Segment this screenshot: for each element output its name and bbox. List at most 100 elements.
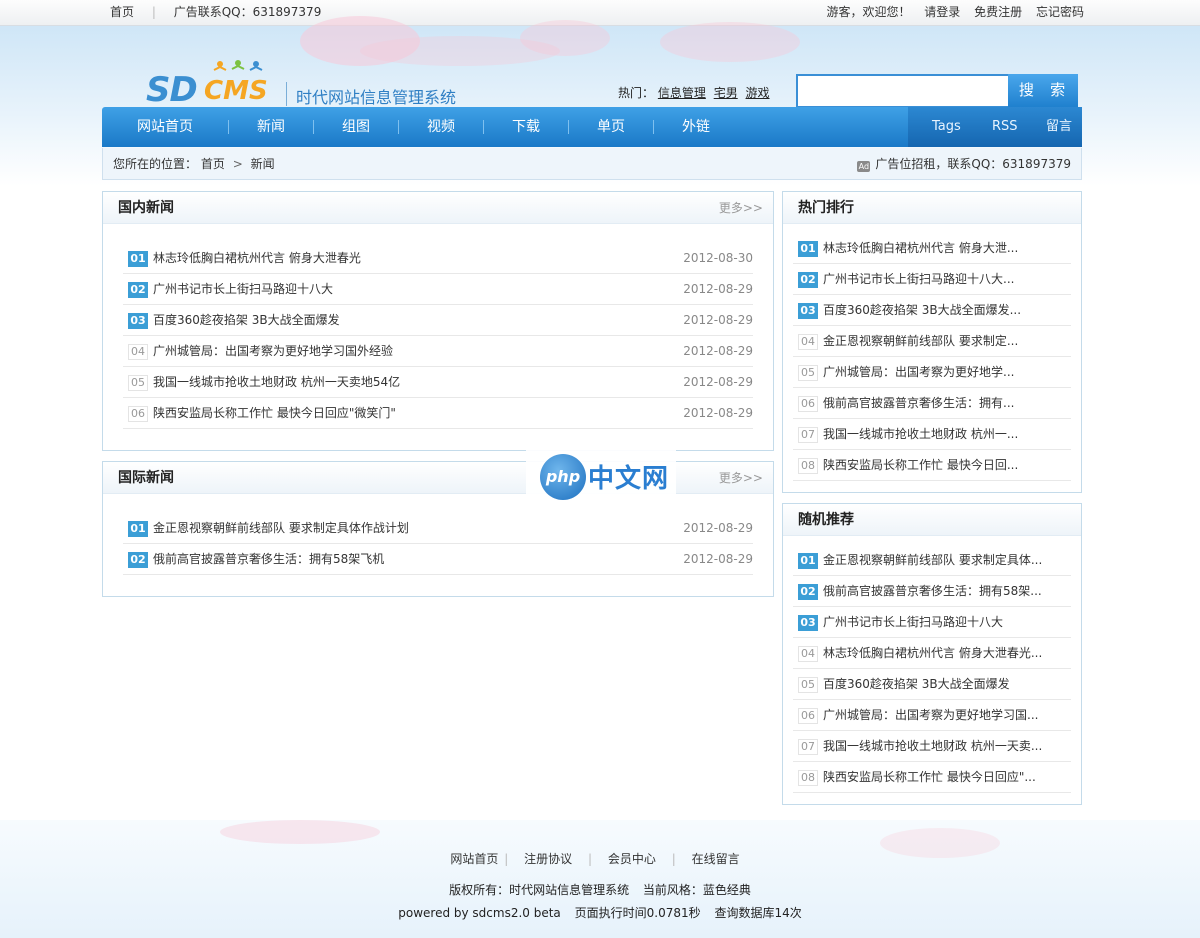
news-title-link[interactable]: 陕西安监局长称工作忙 最快今日回... (823, 450, 1018, 480)
nav-item-gallery[interactable]: 组图 (314, 107, 398, 147)
nav-item-news[interactable]: 新闻 (229, 107, 313, 147)
nav-item-download[interactable]: 下载 (484, 107, 568, 147)
news-title-link[interactable]: 金正恩视察朝鲜前线部队 要求制定具体... (823, 545, 1042, 575)
list-item[interactable]: 05 百度360趁夜掐架 3B大战全面爆发 (793, 669, 1071, 700)
news-title-link[interactable]: 林志玲低胸白裙杭州代言 俯身大泄春光... (823, 638, 1042, 668)
greeting-text: 游客，欢迎您！ (826, 5, 911, 19)
logo-sd-text: SD (146, 70, 198, 110)
news-title-link[interactable]: 广州书记市长上街扫马路迎十八大 (153, 282, 333, 296)
news-title-link[interactable]: 广州城管局：出国考察为更好地学习国外经验 (153, 344, 393, 358)
news-title-link[interactable]: 我国一线城市抢收土地财政 杭州一天卖... (823, 731, 1042, 761)
logo-divider (286, 82, 287, 106)
list-item[interactable]: 03 百度360趁夜掐架 3B大战全面爆发 2012-08-29 (123, 305, 753, 336)
breadcrumb-home-link[interactable]: 首页 (201, 157, 225, 171)
search-input[interactable] (796, 74, 1010, 108)
news-title-link[interactable]: 广州书记市长上街扫马路迎十八大 (823, 607, 1003, 637)
list-item[interactable]: 06 广州城管局：出国考察为更好地学习国... (793, 700, 1071, 731)
nav-item-links[interactable]: 外链 (654, 107, 738, 147)
breadcrumb-arrow-icon: > (232, 157, 243, 171)
list-item[interactable]: 03 广州书记市长上街扫马路迎十八大 (793, 607, 1071, 638)
site-tagline: 时代网站信息管理系统 (296, 88, 457, 107)
list-item[interactable]: 02 广州书记市长上街扫马路迎十八大... (793, 264, 1071, 295)
news-title-link[interactable]: 林志玲低胸白裙杭州代言 俯身大泄春光 (153, 251, 361, 265)
footer-links: 网站首页 | 注册协议 | 会员中心 | 在线留言 (0, 850, 1200, 867)
news-date: 2012-08-29 (683, 521, 753, 535)
news-date: 2012-08-29 (683, 282, 753, 296)
rank-number-badge: 03 (128, 312, 148, 329)
register-link[interactable]: 免费注册 (974, 5, 1022, 19)
list-item[interactable]: 07 我国一线城市抢收土地财政 杭州一... (793, 419, 1071, 450)
copyright-text: 版权所有：时代网站信息管理系统 (449, 883, 630, 897)
news-title-link[interactable]: 百度360趁夜掐架 3B大战全面爆发... (823, 295, 1021, 325)
more-link[interactable]: 更多>> (719, 462, 763, 494)
more-link[interactable]: 更多>> (719, 192, 763, 224)
list-item[interactable]: 01 林志玲低胸白裙杭州代言 俯身大泄... (793, 233, 1071, 264)
news-list: 01 林志玲低胸白裙杭州代言 俯身大泄... 02 广州书记市长上街扫马路迎十八大..… (793, 233, 1071, 481)
news-title-link[interactable]: 林志玲低胸白裙杭州代言 俯身大泄... (823, 233, 1018, 263)
php-cn-watermark: php 中文网 (526, 448, 676, 504)
news-title-link[interactable]: 陕西安监局长称工作忙 最快今日回应"微笑门" (153, 406, 396, 420)
news-title-link[interactable]: 俄前高官披露普京奢侈生活：拥有... (823, 388, 1014, 418)
news-title-link[interactable]: 广州城管局：出国考察为更好地学... (823, 357, 1014, 387)
news-title-link[interactable]: 陕西安监局长称工作忙 最快今日回应"... (823, 762, 1036, 792)
breadcrumb-current[interactable]: 新闻 (251, 157, 275, 171)
news-title-link[interactable]: 金正恩视察朝鲜前线部队 要求制定... (823, 326, 1018, 356)
list-item[interactable]: 01 林志玲低胸白裙杭州代言 俯身大泄春光 2012-08-30 (123, 243, 753, 274)
list-item[interactable]: 06 陕西安监局长称工作忙 最快今日回应"微笑门" 2012-08-29 (123, 398, 753, 429)
news-date: 2012-08-29 (683, 552, 753, 566)
hot-link[interactable]: 信息管理 (658, 86, 706, 100)
list-item[interactable]: 08 陕西安监局长称工作忙 最快今日回... (793, 450, 1071, 481)
hot-link[interactable]: 宅男 (714, 86, 738, 100)
nav-item-video[interactable]: 视频 (399, 107, 483, 147)
list-item[interactable]: 03 百度360趁夜掐架 3B大战全面爆发... (793, 295, 1071, 326)
news-title-link[interactable]: 金正恩视察朝鲜前线部队 要求制定具体作战计划 (153, 521, 409, 535)
nav-item-home[interactable]: 网站首页 (102, 107, 228, 147)
list-item[interactable]: 08 陕西安监局长称工作忙 最快今日回应"... (793, 762, 1071, 793)
panel-title: 随机推荐 (798, 512, 854, 528)
news-title-link[interactable]: 广州城管局：出国考察为更好地学习国... (823, 700, 1038, 730)
list-item[interactable]: 06 俄前高官披露普京奢侈生活：拥有... (793, 388, 1071, 419)
nav-guestbook-link[interactable]: 留言 (1046, 107, 1072, 147)
list-item[interactable]: 02 俄前高官披露普京奢侈生活：拥有58架飞机 2012-08-29 (123, 544, 753, 575)
footer-link-agreement[interactable]: 注册协议 (524, 852, 572, 866)
nav-right-tabs: Tags RSS 留言 (908, 107, 1082, 147)
news-title-link[interactable]: 广州书记市长上街扫马路迎十八大... (823, 264, 1014, 294)
list-item[interactable]: 02 俄前高官披露普京奢侈生活：拥有58架... (793, 576, 1071, 607)
search-button[interactable]: 搜 索 (1008, 74, 1078, 108)
hot-link[interactable]: 游戏 (746, 86, 770, 100)
blossom-decoration (520, 20, 610, 56)
news-title-link[interactable]: 百度360趁夜掐架 3B大战全面爆发 (153, 313, 340, 327)
forgot-password-link[interactable]: 忘记密码 (1036, 5, 1084, 19)
login-link[interactable]: 请登录 (924, 5, 960, 19)
list-item[interactable]: 02 广州书记市长上街扫马路迎十八大 2012-08-29 (123, 274, 753, 305)
watermark-text: 中文网 (588, 464, 670, 494)
news-title-link[interactable]: 百度360趁夜掐架 3B大战全面爆发 (823, 669, 1010, 699)
rank-number-badge: 08 (798, 457, 818, 474)
list-item[interactable]: 01 金正恩视察朝鲜前线部队 要求制定具体... (793, 545, 1071, 576)
nav-tags-link[interactable]: Tags (932, 107, 961, 147)
news-title-link[interactable]: 我国一线城市抢收土地财政 杭州一天卖地54亿 (153, 375, 400, 389)
list-item[interactable]: 04 林志玲低胸白裙杭州代言 俯身大泄春光... (793, 638, 1071, 669)
list-item[interactable]: 05 我国一线城市抢收土地财政 杭州一天卖地54亿 2012-08-29 (123, 367, 753, 398)
top-home-link[interactable]: 首页 (110, 5, 134, 19)
list-item[interactable]: 01 金正恩视察朝鲜前线部队 要求制定具体作战计划 2012-08-29 (123, 513, 753, 544)
list-item[interactable]: 07 我国一线城市抢收土地财政 杭州一天卖... (793, 731, 1071, 762)
footer-link-member[interactable]: 会员中心 (608, 852, 656, 866)
news-title-link[interactable]: 我国一线城市抢收土地财政 杭州一... (823, 419, 1018, 449)
nav-rss-link[interactable]: RSS (992, 107, 1018, 147)
rank-number-badge: 03 (798, 302, 818, 319)
footer-link-guestbook[interactable]: 在线留言 (692, 852, 740, 866)
ad-text: 广告位招租，联系QQ：631897379 (875, 157, 1071, 171)
list-item[interactable]: 05 广州城管局：出国考察为更好地学... (793, 357, 1071, 388)
ad-badge-icon: Ad (857, 161, 871, 172)
news-title-link[interactable]: 俄前高官披露普京奢侈生活：拥有58架... (823, 576, 1042, 606)
nav-item-page[interactable]: 单页 (569, 107, 653, 147)
rank-number-badge: 02 (798, 583, 818, 600)
list-item[interactable]: 04 广州城管局：出国考察为更好地学习国外经验 2012-08-29 (123, 336, 753, 367)
news-title-link[interactable]: 俄前高官披露普京奢侈生活：拥有58架飞机 (153, 552, 384, 566)
breadcrumb: 您所在的位置： 首页 > 新闻 Ad 广告位招租，联系QQ：631897379 (102, 148, 1082, 180)
footer-link-home[interactable]: 网站首页 (450, 852, 498, 866)
list-item[interactable]: 04 金正恩视察朝鲜前线部队 要求制定... (793, 326, 1071, 357)
ad-contact-text: 广告联系QQ：631897379 (173, 5, 322, 19)
news-list: 01 金正恩视察朝鲜前线部队 要求制定具体作战计划 2012-08-29 02 俄前高官… (123, 513, 753, 575)
